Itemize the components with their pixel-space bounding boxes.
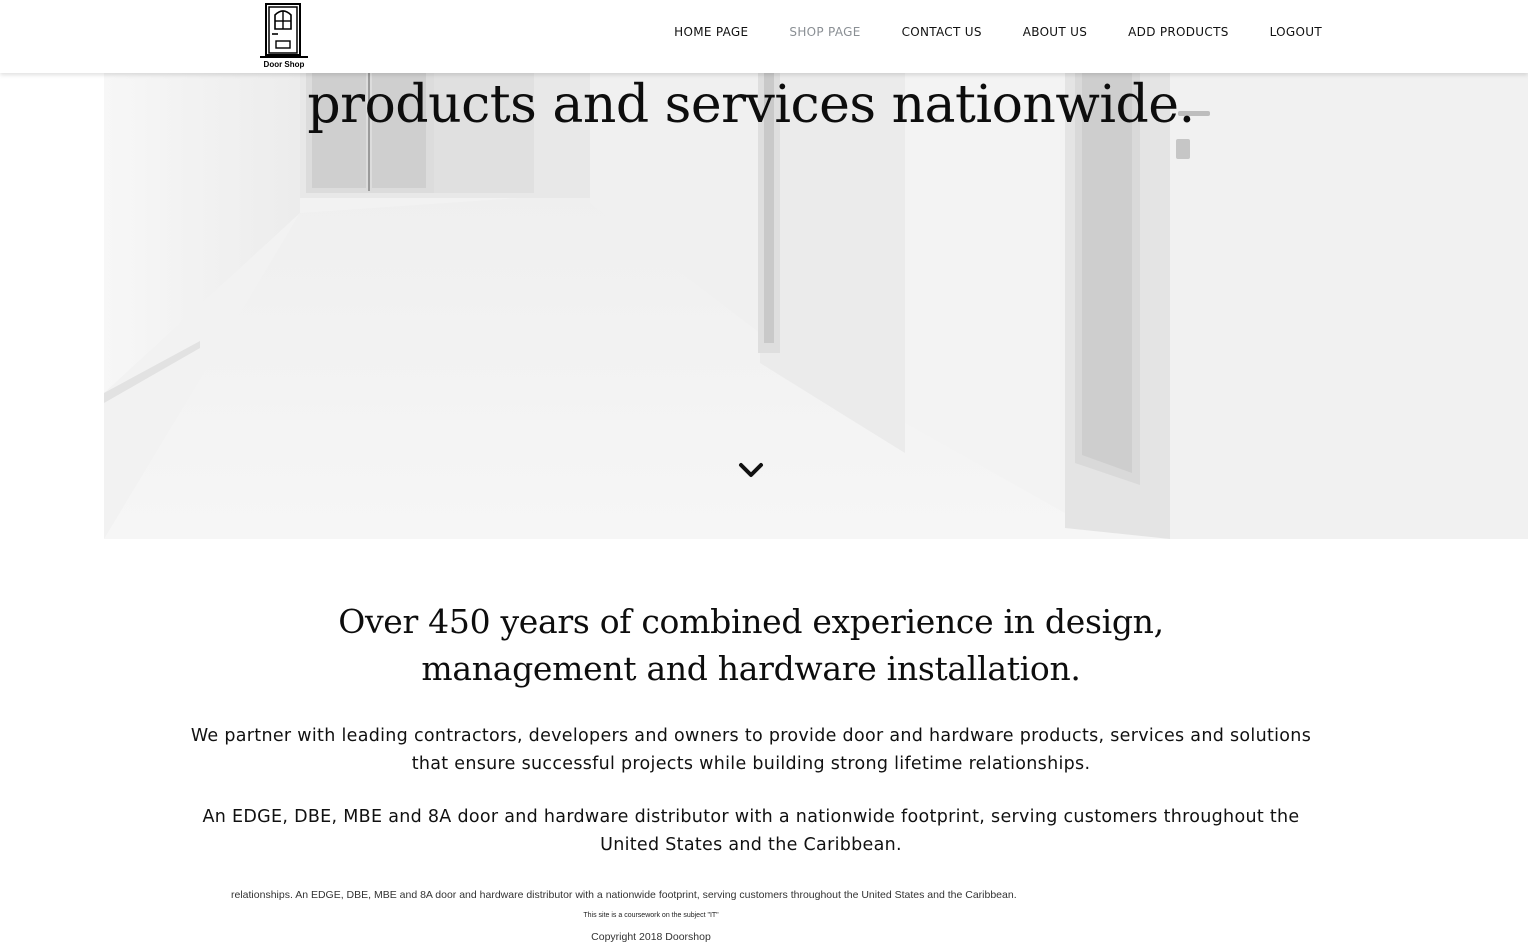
nav-about-us[interactable]: ABOUT US — [1023, 24, 1087, 40]
logo-text: Door Shop — [263, 60, 305, 69]
copyright: Copyright 2018 Doorshop — [591, 931, 711, 943]
nav-shop-page[interactable]: SHOP PAGE — [789, 24, 860, 40]
chevron-down-icon[interactable] — [737, 461, 765, 481]
distributor-paragraph: An EDGE, DBE, MBE and 8A door and hardwa… — [202, 807, 1300, 855]
door-logo-icon — [260, 3, 308, 58]
coursework-note: This site is a coursework on the subject… — [583, 912, 719, 919]
hero-section: products and services nationwide. — [0, 73, 1528, 539]
nav-logout[interactable]: LOGOUT — [1270, 24, 1322, 40]
door-shop-logo[interactable]: Door Shop — [252, 2, 316, 70]
headline-line-2: management and hardware installation. — [421, 649, 1081, 688]
partner-paragraph: We partner with leading contractors, dev… — [190, 726, 1312, 774]
footer-text: relationships. An EDGE, DBE, MBE and 8A … — [231, 889, 1017, 901]
experience-headline: Over 450 years of combined experience in… — [0, 598, 1502, 692]
hero-title: products and services nationwide. — [307, 75, 1195, 135]
site-header: Door Shop HOME PAGE SHOP PAGE CONTACT US… — [0, 0, 1528, 73]
nav-home-page[interactable]: HOME PAGE — [674, 24, 748, 40]
headline-line-1: Over 450 years of combined experience in… — [338, 602, 1164, 641]
nav-add-products[interactable]: ADD PRODUCTS — [1128, 24, 1228, 40]
main-nav: HOME PAGE SHOP PAGE CONTACT US ABOUT US … — [633, 24, 1322, 40]
nav-contact-us[interactable]: CONTACT US — [902, 24, 982, 40]
